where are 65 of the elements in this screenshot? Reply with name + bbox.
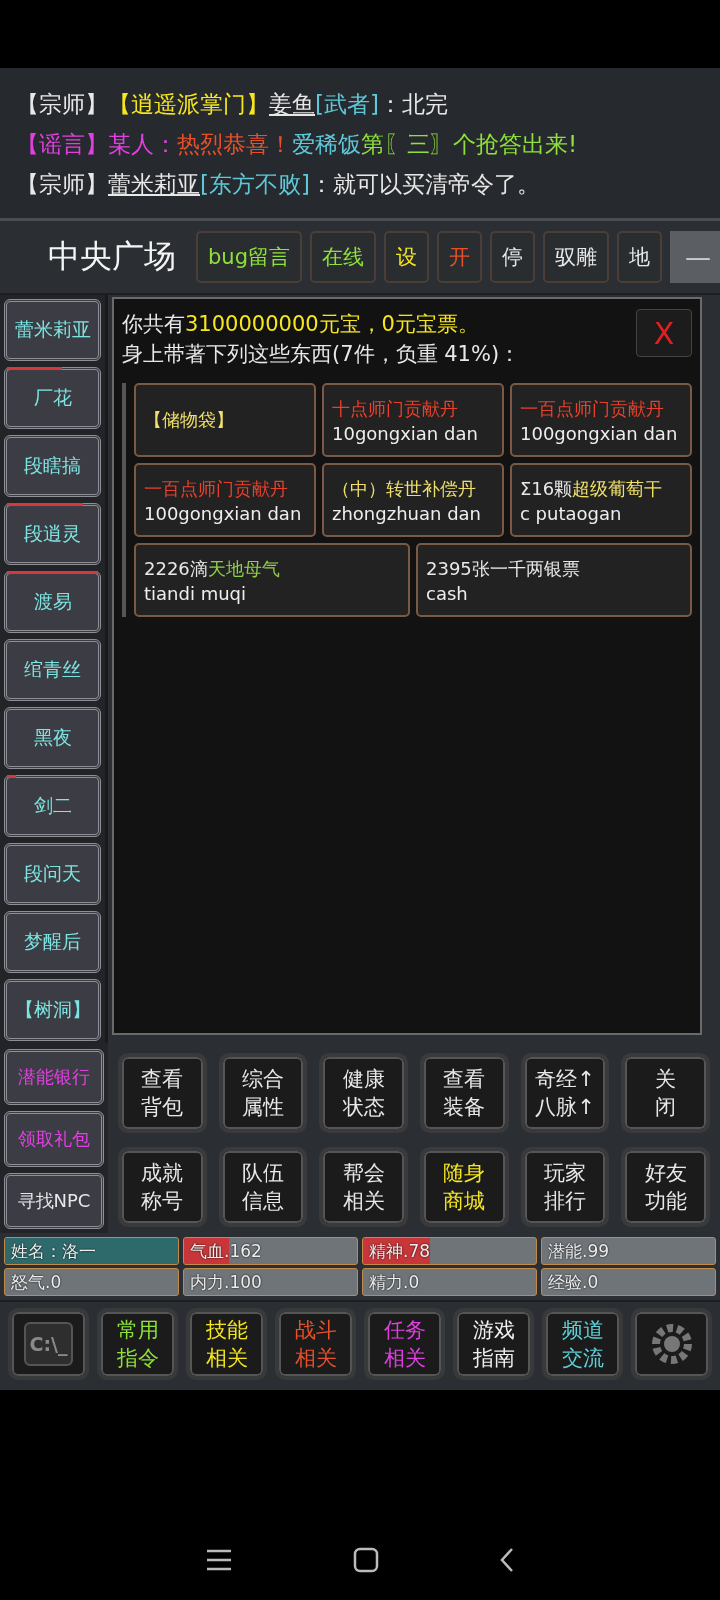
player-button[interactable]: 渡易 xyxy=(4,571,101,633)
item-card[interactable]: 2395张一千两银票 cash xyxy=(416,543,692,617)
settings-button[interactable] xyxy=(631,1308,712,1380)
item-card[interactable]: Σ16颗超级葡萄干 c putaogan xyxy=(510,463,692,537)
chat-message: 【宗师】蕾米莉亚[东方不败]：就可以买清帝令了。 xyxy=(16,170,541,199)
item-card[interactable]: 一百点师门贡献丹 100gongxian dan xyxy=(134,463,316,537)
player-button[interactable]: 厂花 xyxy=(4,367,101,429)
action-button[interactable]: 查看 装备 xyxy=(420,1053,509,1133)
chat-message: 【谣言】某人：热烈恭喜！爱稀饭第〖三〗个抢答出来! xyxy=(16,130,579,159)
item-card[interactable]: 【储物袋】 xyxy=(134,383,316,457)
stat-bar: 潜能.99 xyxy=(541,1237,716,1265)
menu-button[interactable]: 游戏 指南 xyxy=(453,1308,534,1380)
action-button[interactable]: 查看 背包 xyxy=(118,1053,207,1133)
menu-button[interactable]: 战斗 相关 xyxy=(275,1308,356,1380)
player-button[interactable]: 剑二 xyxy=(4,775,101,837)
stat-bar: 精力.0 xyxy=(362,1268,537,1296)
location-title: 中央广场 xyxy=(48,236,176,277)
menu-button[interactable]: 频道 交流 xyxy=(542,1308,623,1380)
action-button[interactable]: 奇经↑ 八脉↑ xyxy=(520,1053,610,1133)
toolbar-button[interactable]: bug留言 xyxy=(196,231,302,283)
stat-bar: 姓名：洛一 xyxy=(4,1237,179,1265)
stat-bar: 怒气.0 xyxy=(4,1268,179,1296)
stat-bar: 精神.78 xyxy=(362,1237,537,1265)
player-button[interactable]: 段瞎搞 xyxy=(4,435,101,497)
wealth-text: 你共有3100000000元宝，0元宝票。 xyxy=(122,311,480,338)
action-button[interactable]: 好友 功能 xyxy=(621,1147,710,1227)
stat-bar: 内力.100 xyxy=(183,1268,358,1296)
player-button[interactable]: 蕾米莉亚 xyxy=(4,299,101,361)
collapse-button[interactable]: — xyxy=(670,231,720,283)
action-button[interactable]: 健康 状态 xyxy=(319,1053,408,1133)
player-button[interactable]: 黑夜 xyxy=(4,707,101,769)
player-button[interactable]: 段问天 xyxy=(4,843,101,905)
stat-bar: 经验.0 xyxy=(541,1268,716,1296)
back-icon[interactable] xyxy=(499,1547,515,1573)
chat-message: 【宗师】【逍遥派掌门】姜鱼[武者]：北完 xyxy=(16,90,449,119)
side-button[interactable]: 寻找NPC xyxy=(4,1173,104,1229)
player-button[interactable]: 【树洞】 xyxy=(4,979,101,1041)
toolbar-button[interactable]: 开 xyxy=(437,231,482,283)
menu-button[interactable]: 技能 相关 xyxy=(186,1308,267,1380)
home-icon[interactable] xyxy=(353,1547,379,1573)
item-card[interactable]: （中）转世补偿丹 zhongzhuan dan xyxy=(322,463,504,537)
close-button[interactable]: X xyxy=(636,309,692,357)
player-button[interactable]: 绾青丝 xyxy=(4,639,101,701)
toolbar-button[interactable]: 设 xyxy=(384,231,429,283)
item-card[interactable]: 一百点师门贡献丹 100gongxian dan xyxy=(510,383,692,457)
player-button[interactable]: 梦醒后 xyxy=(4,911,101,973)
menu-button[interactable]: 任务 相关 xyxy=(364,1308,445,1380)
action-button[interactable]: 综合 属性 xyxy=(218,1053,308,1133)
item-card[interactable]: 十点师门贡献丹 10gongxian dan xyxy=(322,383,504,457)
action-button[interactable]: 队伍 信息 xyxy=(218,1147,308,1227)
action-button[interactable]: 帮会 相关 xyxy=(319,1147,408,1227)
action-button[interactable]: 随身 商城 xyxy=(420,1147,509,1227)
player-button[interactable]: 段逍灵 xyxy=(4,503,101,565)
toolbar-button[interactable]: 地 xyxy=(617,231,662,283)
action-button[interactable]: 玩家 排行 xyxy=(520,1147,610,1227)
toolbar-button[interactable]: 在线 xyxy=(310,231,376,283)
action-button[interactable]: 关 闭 xyxy=(621,1053,710,1133)
toolbar-button[interactable]: 停 xyxy=(490,231,535,283)
menu-button[interactable]: 常用 指令 xyxy=(97,1308,178,1380)
carrying-text: 身上带著下列这些东西(7件，负重 41%)： xyxy=(122,341,521,368)
terminal-button[interactable]: C:\_ xyxy=(8,1308,89,1380)
menu-icon[interactable] xyxy=(205,1548,233,1572)
action-button[interactable]: 成就 称号 xyxy=(118,1147,207,1227)
item-card[interactable]: 2226滴天地母气 tiandi muqi xyxy=(134,543,410,617)
toolbar-button[interactable]: 驭雕 xyxy=(543,231,609,283)
